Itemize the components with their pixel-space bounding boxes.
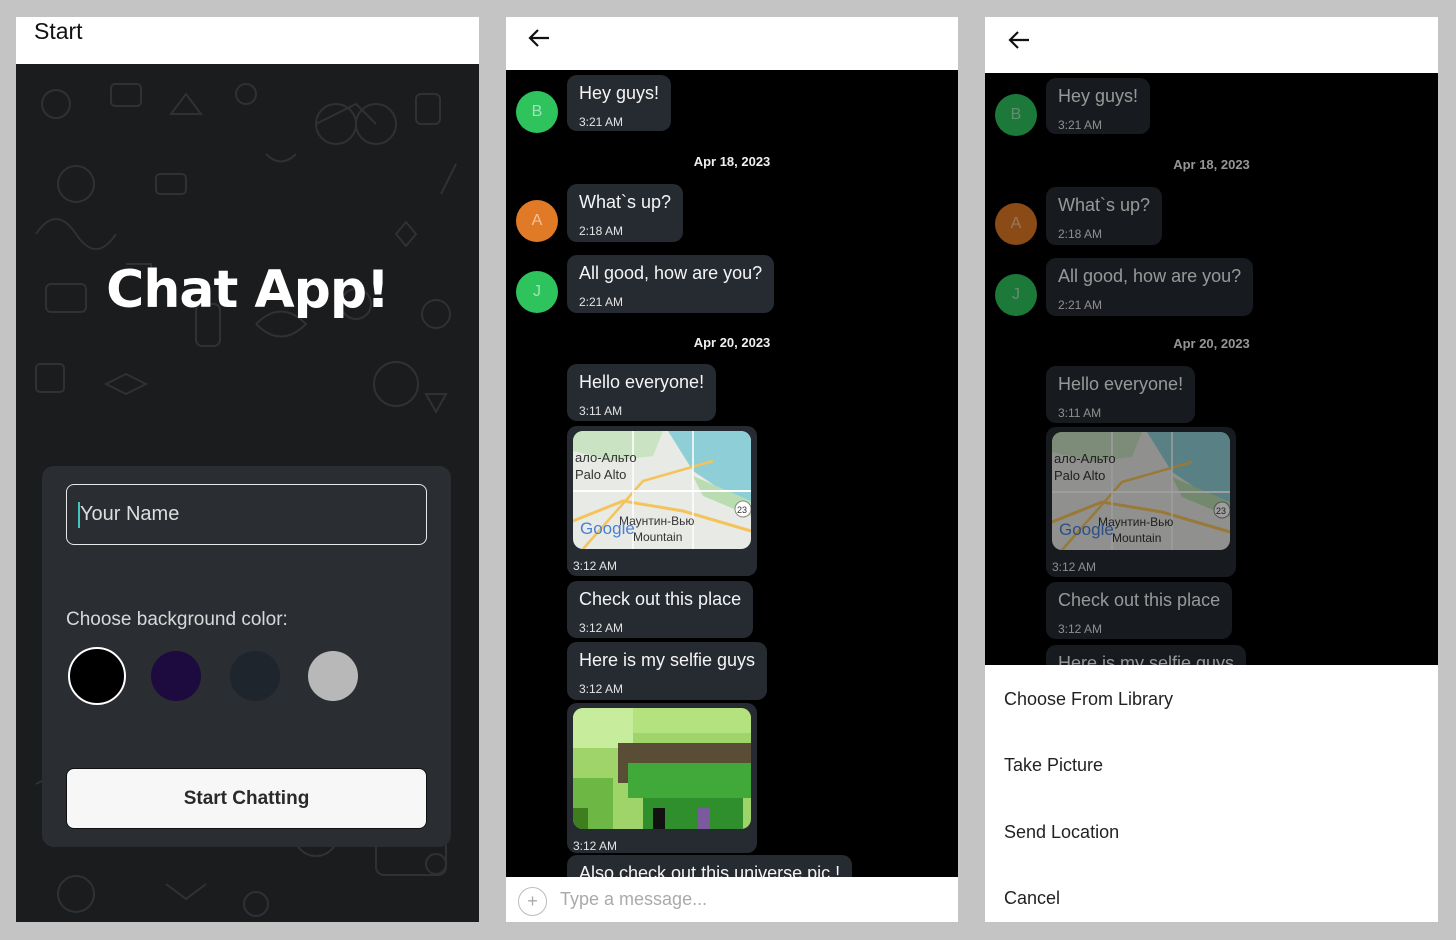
map-label: Mountain: [1112, 531, 1161, 545]
image-message-bubble[interactable]: 3:12 AM: [567, 703, 757, 853]
message-text: Hello everyone!: [579, 372, 705, 392]
message-time: 3:12 AM: [579, 682, 624, 696]
message-input[interactable]: Type a message...: [560, 889, 707, 910]
message-bubble: Check out this place 3:12 AM: [567, 581, 754, 638]
message-text: All good, how are you?: [1058, 266, 1242, 286]
name-input[interactable]: Your Name: [66, 484, 427, 545]
start-form-card: Your Name Choose background color: Start…: [42, 466, 451, 847]
map-label: 23: [737, 505, 747, 515]
message-time: 3:12 AM: [573, 839, 618, 853]
map-preview[interactable]: ало-Альто Palo Alto Маунтин-Вью Mountain…: [573, 431, 751, 549]
message-text: All good, how are you?: [579, 263, 763, 283]
message-text: Hey guys!: [579, 83, 660, 103]
message-bubble: What`s up? 2:18 AM: [1046, 187, 1163, 245]
message-text: Here is my selfie guys: [579, 650, 756, 670]
google-logo: Google: [1059, 520, 1114, 539]
map-label: Mountain: [633, 530, 682, 544]
message-bubble: Hello everyone! 3:11 AM: [1046, 366, 1196, 423]
back-arrow-icon[interactable]: [1008, 30, 1030, 50]
message-time: 2:18 AM: [1058, 227, 1103, 241]
message-bubble: All good, how are you? 2:21 AM: [567, 255, 775, 313]
message-bubble: What`s up? 2:18 AM: [567, 184, 684, 242]
map-label: Palo Alto: [575, 467, 626, 482]
message-time: 3:12 AM: [579, 621, 624, 635]
avatar: J: [516, 271, 558, 313]
message-bubble: Here is my selfie guys 3:12 AM: [567, 642, 768, 700]
choose-from-library-option[interactable]: Choose From Library: [1004, 689, 1173, 710]
map-label: 23: [1216, 506, 1226, 516]
chat-screen: B Hey guys! 3:21 AM Apr 18, 2023 A What`…: [506, 17, 958, 922]
action-sheet: Choose From Library Take Picture Send Lo…: [985, 665, 1438, 922]
message-time: 2:18 AM: [579, 224, 624, 238]
message-bubble: Check out this place 3:12 AM: [1046, 582, 1233, 639]
message-text: Here is my selfie guys: [1058, 653, 1235, 665]
date-separator: Apr 18, 2023: [1173, 157, 1250, 172]
message-time: 3:12 AM: [1058, 622, 1103, 636]
app-bar: Start: [16, 17, 479, 64]
message-time: 3:21 AM: [1058, 118, 1103, 132]
avatar: B: [516, 91, 558, 133]
message-time: 2:21 AM: [579, 295, 624, 309]
message-text: Hello everyone!: [1058, 374, 1184, 394]
message-list: B Hey guys! 3:21 AM Apr 18, 2023 A What`…: [985, 73, 1438, 665]
chat-screen-action-sheet: B Hey guys! 3:21 AM Apr 18, 2023 A What`…: [985, 17, 1438, 922]
message-time: 3:21 AM: [579, 115, 624, 129]
start-screen: Start Chat App! Your Name Choose backgro…: [16, 17, 479, 922]
google-logo: Google: [580, 519, 635, 538]
message-time: 3:12 AM: [573, 559, 618, 573]
message-bubble: All good, how are you? 2:21 AM: [1046, 258, 1254, 316]
screen-title: Start: [34, 18, 83, 44]
map-preview: ало-Альто Palo Alto Маунтин-Вью Mountain…: [1052, 432, 1230, 550]
avatar: A: [516, 200, 558, 242]
message-text: What`s up?: [579, 192, 672, 212]
message-time: 3:11 AM: [1058, 406, 1102, 420]
color-swatch-gray[interactable]: [308, 651, 358, 701]
add-attachment-button[interactable]: +: [518, 887, 547, 916]
message-text: What`s up?: [1058, 195, 1151, 215]
take-picture-option[interactable]: Take Picture: [1004, 755, 1103, 776]
color-swatch-black[interactable]: [68, 647, 126, 705]
chat-header: [985, 17, 1438, 73]
color-swatch-slate[interactable]: [230, 651, 280, 701]
avatar: J: [995, 274, 1037, 316]
bg-color-label: Choose background color:: [66, 609, 288, 630]
cancel-option[interactable]: Cancel: [1004, 888, 1060, 909]
send-location-option[interactable]: Send Location: [1004, 822, 1119, 843]
date-separator: Apr 20, 2023: [693, 335, 771, 350]
message-bubble: Also check out this universe pic !: [567, 855, 853, 877]
avatar: B: [995, 94, 1037, 136]
date-separator: Apr 20, 2023: [1173, 336, 1250, 351]
message-bubble: Hey guys! 3:21 AM: [567, 75, 672, 131]
message-text: Check out this place: [579, 589, 742, 609]
doodle-background: Chat App! Your Name Choose background co…: [16, 64, 479, 922]
map-message-bubble[interactable]: ало-Альто Palo Alto Маунтин-Вью Mountain…: [567, 426, 757, 576]
chat-header: [506, 17, 958, 70]
message-composer: + Type a message...: [506, 877, 958, 922]
map-label: ало-Альто: [1054, 451, 1116, 466]
message-text: Check out this place: [1058, 590, 1221, 610]
date-separator: Apr 18, 2023: [693, 154, 771, 169]
message-time: 3:11 AM: [579, 404, 623, 418]
message-bubble: Here is my selfie guys: [1046, 645, 1247, 665]
map-label: ало-Альто: [575, 450, 637, 465]
message-time: 3:12 AM: [1052, 560, 1097, 574]
message-text: Also check out this universe pic !: [579, 863, 841, 877]
message-text: Hey guys!: [1058, 86, 1139, 106]
message-bubble: Hello everyone! 3:11 AM: [567, 364, 717, 421]
back-arrow-icon[interactable]: [528, 28, 550, 48]
message-bubble: Hey guys! 3:21 AM: [1046, 78, 1151, 134]
avatar: A: [995, 203, 1037, 245]
name-placeholder: Your Name: [80, 503, 180, 525]
color-swatch-purple[interactable]: [151, 651, 201, 701]
start-chatting-button[interactable]: Start Chatting: [66, 768, 427, 829]
app-title: Chat App!: [106, 260, 390, 320]
map-label: Palo Alto: [1054, 468, 1105, 483]
selfie-image[interactable]: [573, 708, 751, 829]
map-message-bubble: ало-Альто Palo Alto Маунтин-Вью Mountain…: [1046, 427, 1236, 577]
message-time: 2:21 AM: [1058, 298, 1103, 312]
message-list[interactable]: B Hey guys! 3:21 AM Apr 18, 2023 A What`…: [506, 70, 958, 877]
